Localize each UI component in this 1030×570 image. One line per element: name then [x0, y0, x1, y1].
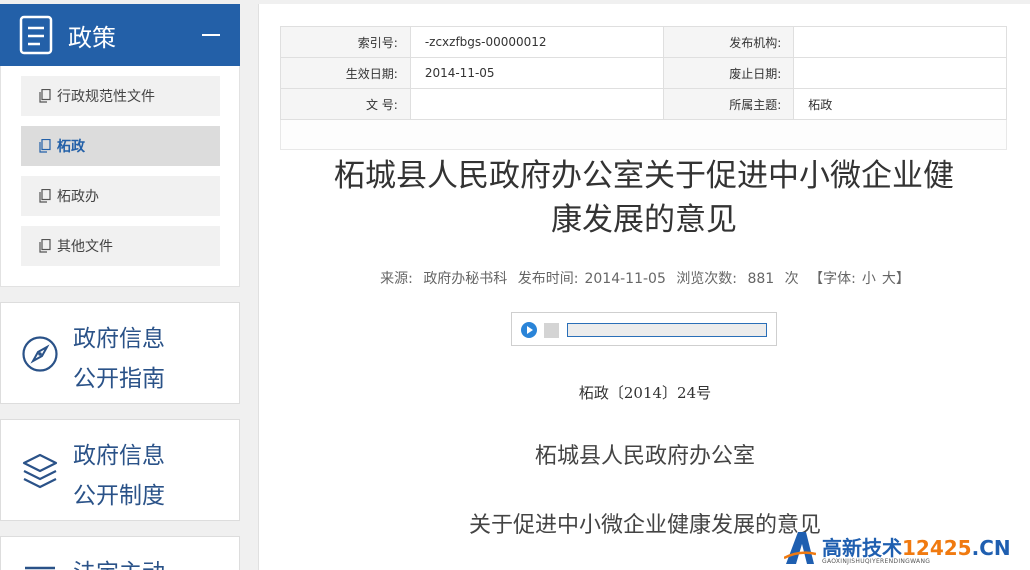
page-icon: [39, 89, 51, 103]
publisher-value: [793, 26, 1007, 58]
card-title-line2: 公开指南: [73, 366, 165, 392]
policy-menu-title: 政策: [68, 23, 116, 52]
watermark-main: 高新技术: [822, 536, 902, 560]
watermark: 高新技术12425.CN GAOXINJISHUQIYERENDINGWANG: [784, 528, 1030, 570]
card-disclosure-system[interactable]: 政府信息 公开制度: [0, 419, 240, 521]
card-title-line2: 公开制度: [73, 483, 165, 509]
watermark-subtext: GAOXINJISHUQIYERENDINGWANG: [822, 558, 931, 565]
views-label: 浏览次数:: [676, 271, 738, 287]
watermark-logo: [784, 532, 816, 564]
article-panel: 索引号: -zcxzfbgs-00000012 发布机构: 生效日期: 2014…: [258, 4, 1030, 570]
source-value: 政府办秘书科: [423, 271, 508, 287]
sidebar-item-label: 柘政办: [57, 189, 99, 205]
collapse-icon[interactable]: [202, 34, 220, 36]
metadata-table: 索引号: -zcxzfbgs-00000012 发布机构: 生效日期: 2014…: [280, 26, 1007, 120]
article-title-line1: 柘城县人民政府办公室关于促进中小微企业健: [334, 158, 954, 194]
sidebar-item-label: 柘政: [57, 139, 85, 155]
doc-number-label: 文 号:: [280, 88, 411, 120]
sidebar: 政策 行政规范性文件 柘政 柘政办 其他文件 政府信息 公开指南 政府信息 公开…: [0, 0, 240, 570]
views-count: 881: [747, 271, 775, 287]
effective-date-label: 生效日期:: [280, 57, 411, 89]
card-title-line1: 政府信息: [73, 326, 165, 352]
watermark-suffix: .CN: [971, 536, 1011, 560]
sidebar-item-label: 其他文件: [57, 239, 113, 255]
index-label: 索引号:: [280, 26, 411, 58]
watermark-text: 高新技术12425.CN: [822, 532, 1011, 561]
metadata-footer: [280, 120, 1007, 150]
article-title: 柘城县人民政府办公室关于促进中小微企业健 康发展的意见: [299, 154, 989, 242]
list-icon: [25, 566, 55, 570]
policy-submenu: 行政规范性文件 柘政 柘政办 其他文件: [0, 66, 240, 287]
font-large-link[interactable]: 大】: [882, 271, 910, 287]
page-icon: [39, 189, 51, 203]
card-title-line1: 政府信息: [73, 443, 165, 469]
issuer-heading: 柘城县人民政府办公室: [534, 444, 755, 469]
card-title-line1: 法定主动: [73, 553, 165, 570]
source-label: 来源:: [380, 271, 413, 287]
repeal-date-label: 废止日期:: [663, 57, 795, 89]
doc-number-value: [409, 88, 665, 120]
policy-menu-header[interactable]: 政策: [0, 4, 240, 66]
document-number: 柘政〔2014〕24号: [578, 384, 712, 402]
play-icon[interactable]: [521, 322, 537, 338]
audio-player: [511, 312, 777, 346]
topic-label: 所属主题:: [663, 88, 795, 120]
sidebar-item-zhezheng[interactable]: 柘政: [21, 126, 220, 166]
card-statutory-disclosure[interactable]: 法定主动: [0, 536, 240, 570]
repeal-date-value: [793, 57, 1007, 89]
effective-date-value: 2014-11-05: [409, 57, 665, 89]
font-size-label: 【字体:: [809, 271, 856, 287]
sidebar-item-label: 行政规范性文件: [57, 89, 155, 105]
watermark-number: 12425: [902, 536, 972, 560]
audio-progress-bar[interactable]: [567, 323, 767, 337]
publisher-label: 发布机构:: [663, 26, 795, 58]
views-unit: 次: [784, 271, 799, 287]
sidebar-item-normative-docs[interactable]: 行政规范性文件: [21, 76, 220, 116]
page-icon: [39, 139, 51, 153]
article-title-line2: 康发展的意见: [551, 202, 737, 238]
card-disclosure-guide[interactable]: 政府信息 公开指南: [0, 302, 240, 404]
stop-icon[interactable]: [544, 323, 559, 338]
publish-date-value: 2014-11-05: [584, 271, 666, 287]
document-icon: [19, 15, 53, 55]
page-icon: [39, 239, 51, 253]
layers-icon: [22, 453, 58, 489]
index-value: -zcxzfbgs-00000012: [409, 26, 665, 58]
sidebar-item-other-docs[interactable]: 其他文件: [21, 226, 220, 266]
font-small-link[interactable]: 小: [862, 271, 876, 287]
topic-value: 柘政: [793, 88, 1007, 120]
article-info-bar: 来源: 政府办秘书科 发布时间: 2014-11-05 浏览次数: 881 次 【…: [259, 268, 1030, 288]
publish-date-label: 发布时间:: [517, 271, 579, 287]
compass-icon: [22, 336, 58, 372]
sidebar-item-zhezhengban[interactable]: 柘政办: [21, 176, 220, 216]
